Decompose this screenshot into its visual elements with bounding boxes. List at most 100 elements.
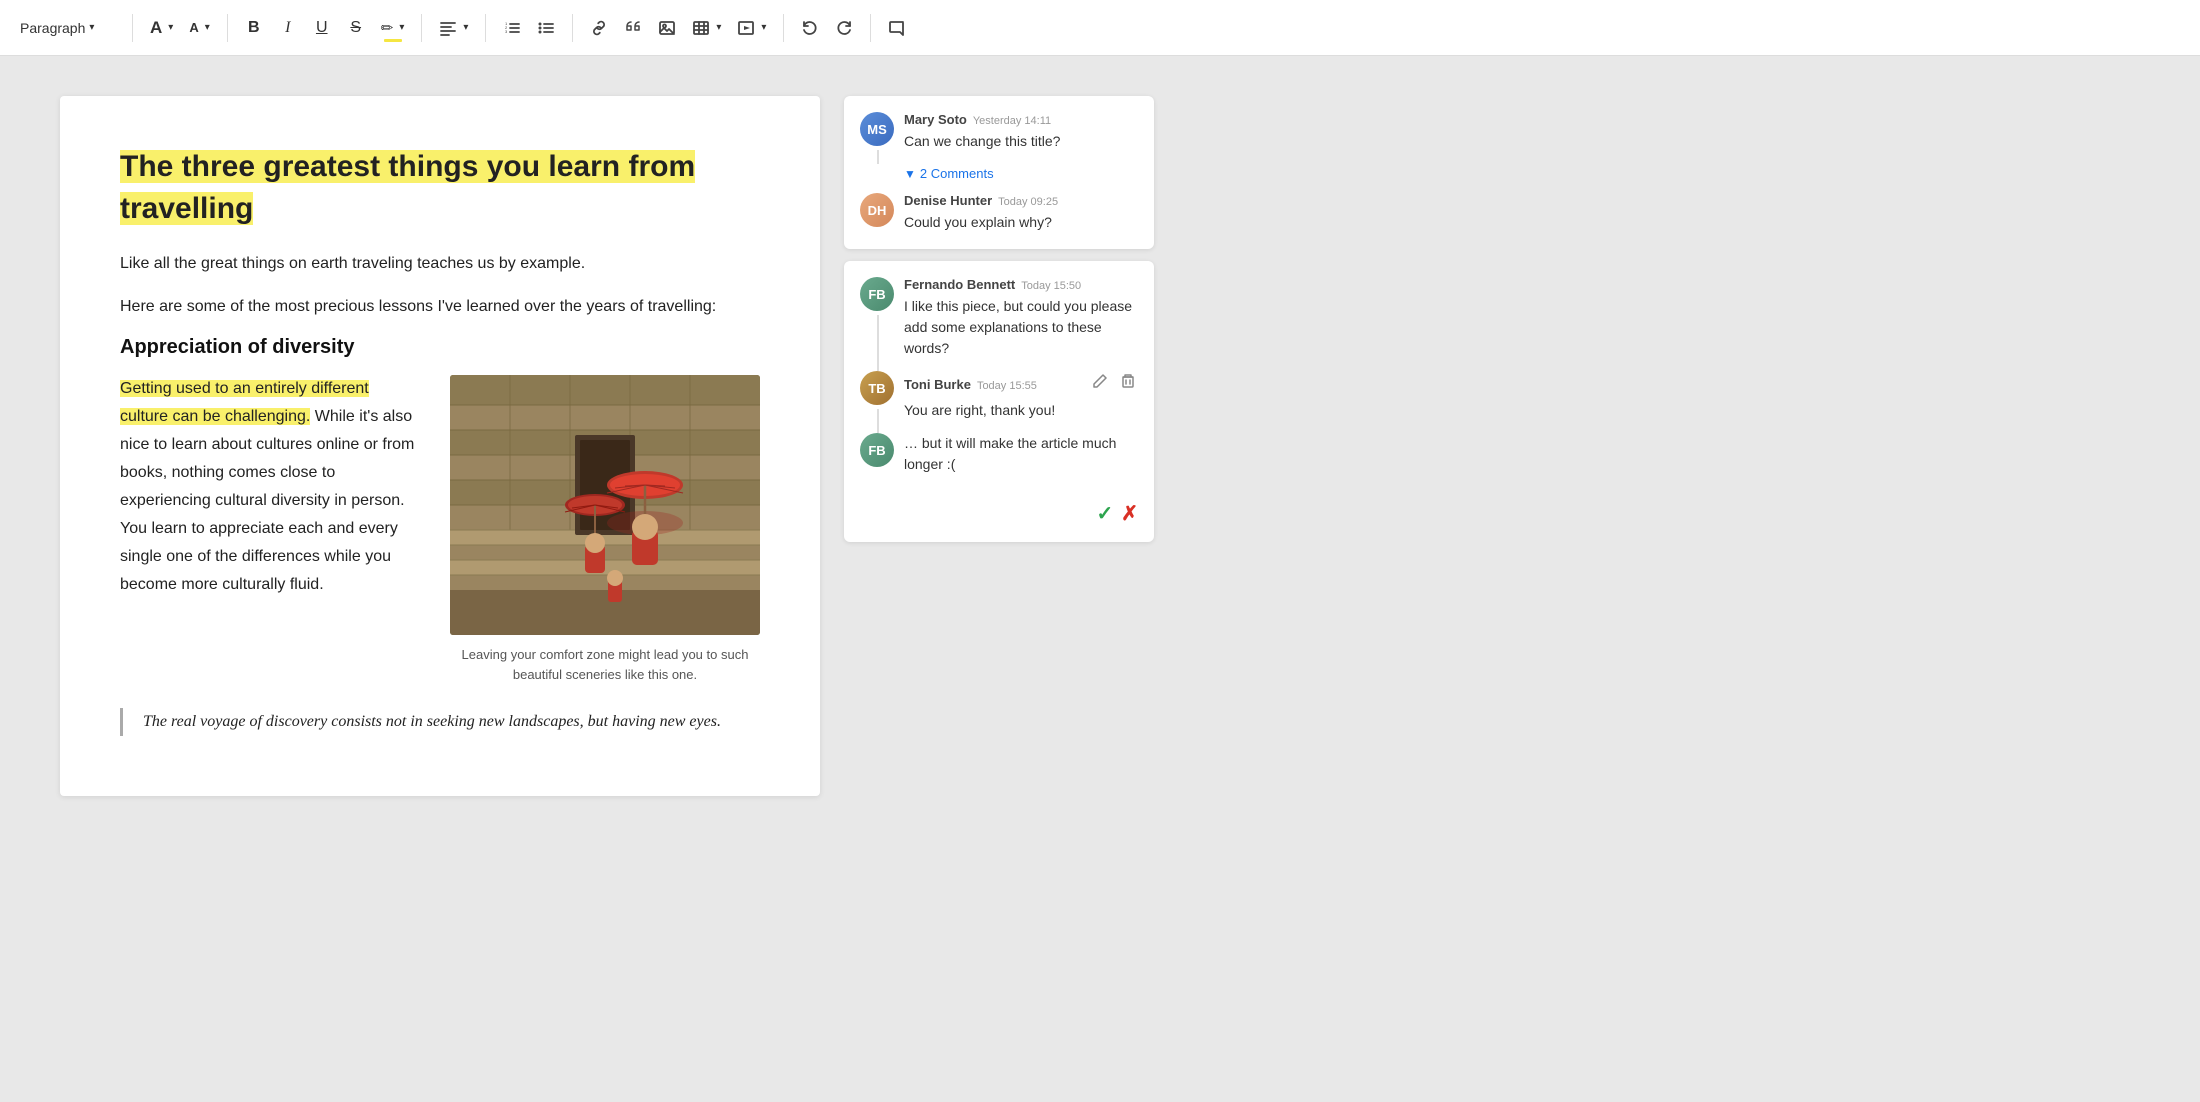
media-button[interactable]: ▾: [730, 10, 773, 46]
highlight-color-indicator: [384, 39, 402, 42]
comment-group: [881, 10, 913, 46]
blockquote-icon: [624, 19, 642, 37]
comment-item-reply: FB … but it will make the article much l…: [860, 433, 1138, 475]
numbered-list-icon: 1 2 3: [503, 19, 521, 37]
strikethrough-button[interactable]: S: [340, 10, 372, 46]
blockquote-button[interactable]: [617, 10, 649, 46]
avatar-fernando: FB: [860, 277, 894, 311]
font-size-chevron-icon: ▾: [168, 22, 173, 33]
font-size-increase-button[interactable]: A ▾: [143, 10, 180, 46]
comment-content-reply: … but it will make the article much long…: [904, 433, 1138, 475]
font-size-group: A ▾ A ▾: [143, 10, 217, 46]
toolbar: Paragraph ▾ A ▾ A ▾ B I U S ✏ ▾: [0, 0, 2200, 56]
paragraph-style-group: Paragraph ▾: [12, 10, 122, 46]
redo-button[interactable]: [828, 10, 860, 46]
table-button[interactable]: ▾: [685, 10, 728, 46]
comment-meta-toni: Toni Burke Today 15:55: [904, 371, 1138, 396]
paragraph-style-label: Paragraph: [20, 20, 85, 36]
document-intro-1[interactable]: Like all the great things on earth trave…: [120, 250, 760, 277]
image-button[interactable]: [651, 10, 683, 46]
cancel-comment-button[interactable]: ✗: [1121, 501, 1138, 526]
document-image: [450, 375, 760, 635]
comment-confirm-row: ✓ ✗: [860, 495, 1138, 526]
table-icon: [692, 19, 710, 37]
expand-comments-button[interactable]: ▼ 2 Comments: [904, 166, 1138, 181]
delete-comment-button[interactable]: [1118, 371, 1138, 396]
bold-icon: B: [248, 19, 260, 37]
comment-content-fernando: Fernando Bennett Today 15:50 I like this…: [904, 277, 1138, 359]
document-blockquote[interactable]: The real voyage of discovery consists no…: [120, 708, 760, 736]
insert-group: ▾ ▾: [583, 10, 773, 46]
image-icon: [658, 19, 676, 37]
comment-text-reply: … but it will make the article much long…: [904, 433, 1138, 475]
media-chevron-icon: ▾: [761, 22, 766, 33]
italic-icon: I: [285, 19, 290, 37]
media-icon: [737, 19, 755, 37]
comment-item-fernando: FB Fernando Bennett Today 15:50 I like t…: [860, 277, 1138, 359]
document-intro-2[interactable]: Here are some of the most precious lesso…: [120, 293, 760, 320]
avatar-toni-initials: TB: [860, 371, 894, 405]
comment-time-denise: Today 09:25: [998, 196, 1058, 208]
svg-text:3: 3: [505, 29, 508, 34]
divider-1: [132, 14, 133, 42]
monks-scene-svg: [450, 375, 760, 635]
paragraph-chevron-icon: ▾: [89, 22, 94, 33]
numbered-list-button[interactable]: 1 2 3: [496, 10, 528, 46]
comment-actions-toni: [1090, 371, 1138, 396]
list-group: 1 2 3: [496, 10, 562, 46]
comments-panel: MS Mary Soto Yesterday 14:11 Can we chan…: [844, 96, 1154, 542]
undo-button[interactable]: [794, 10, 826, 46]
section1-content-row: Getting used to an entirely different cu…: [120, 375, 760, 684]
edit-icon: [1092, 373, 1108, 389]
section1-heading[interactable]: Appreciation of diversity: [120, 336, 760, 359]
confirm-comment-button[interactable]: ✓: [1096, 501, 1113, 526]
comment-content-denise: Denise Hunter Today 09:25 Could you expl…: [904, 193, 1138, 233]
avatar-mary: MS: [860, 112, 894, 146]
strikethrough-icon: S: [350, 19, 361, 37]
main-layout: The three greatest things you learn from…: [0, 56, 2200, 836]
italic-button[interactable]: I: [272, 10, 304, 46]
font-size-decrease-button[interactable]: A ▾: [182, 10, 216, 46]
comment-thread-2: FB Fernando Bennett Today 15:50 I like t…: [860, 277, 1138, 526]
bullet-list-icon: [537, 19, 555, 37]
comment-time-toni: Today 15:55: [977, 380, 1037, 392]
avatar-toni: TB: [860, 371, 894, 405]
delete-icon: [1120, 373, 1136, 389]
comment-icon: [888, 19, 906, 37]
comment-button[interactable]: [881, 10, 913, 46]
comment-time-fernando: Today 15:50: [1021, 280, 1081, 292]
comment-meta-fernando: Fernando Bennett Today 15:50: [904, 277, 1138, 292]
avatar-denise-initials: DH: [860, 193, 894, 227]
comment-text-mary: Can we change this title?: [904, 131, 1138, 152]
document-title[interactable]: The three greatest things you learn from…: [120, 150, 695, 225]
section1-text[interactable]: Getting used to an entirely different cu…: [120, 375, 420, 599]
divider-3: [421, 14, 422, 42]
divider-2: [227, 14, 228, 42]
divider-4: [485, 14, 486, 42]
bold-button[interactable]: B: [238, 10, 270, 46]
editor[interactable]: The three greatest things you learn from…: [60, 96, 820, 796]
history-group: [794, 10, 860, 46]
divider-5: [572, 14, 573, 42]
paragraph-style-selector[interactable]: Paragraph ▾: [12, 10, 122, 46]
align-chevron-icon: ▾: [463, 22, 468, 33]
highlight-button[interactable]: ✏ ▾: [374, 10, 412, 46]
edit-comment-button[interactable]: [1090, 371, 1110, 396]
expand-comments-label: 2 Comments: [920, 166, 994, 181]
link-button[interactable]: [583, 10, 615, 46]
align-button[interactable]: ▾: [432, 10, 475, 46]
divider-7: [870, 14, 871, 42]
highlight-pen-icon: ✏: [381, 19, 394, 37]
comment-time-mary: Yesterday 14:11: [973, 115, 1051, 127]
underline-button[interactable]: U: [306, 10, 338, 46]
table-chevron-icon: ▾: [716, 22, 721, 33]
avatar-mary-initials: MS: [860, 112, 894, 146]
underline-icon: U: [316, 19, 328, 37]
bullet-list-button[interactable]: [530, 10, 562, 46]
font-size-small-chevron-icon: ▾: [205, 22, 210, 33]
redo-icon: [835, 19, 853, 37]
comment-author-denise: Denise Hunter: [904, 193, 992, 208]
avatar-reply-initials: FB: [860, 433, 894, 467]
comment-content-mary: Mary Soto Yesterday 14:11 Can we change …: [904, 112, 1138, 152]
comment-author-fernando: Fernando Bennett: [904, 277, 1015, 292]
